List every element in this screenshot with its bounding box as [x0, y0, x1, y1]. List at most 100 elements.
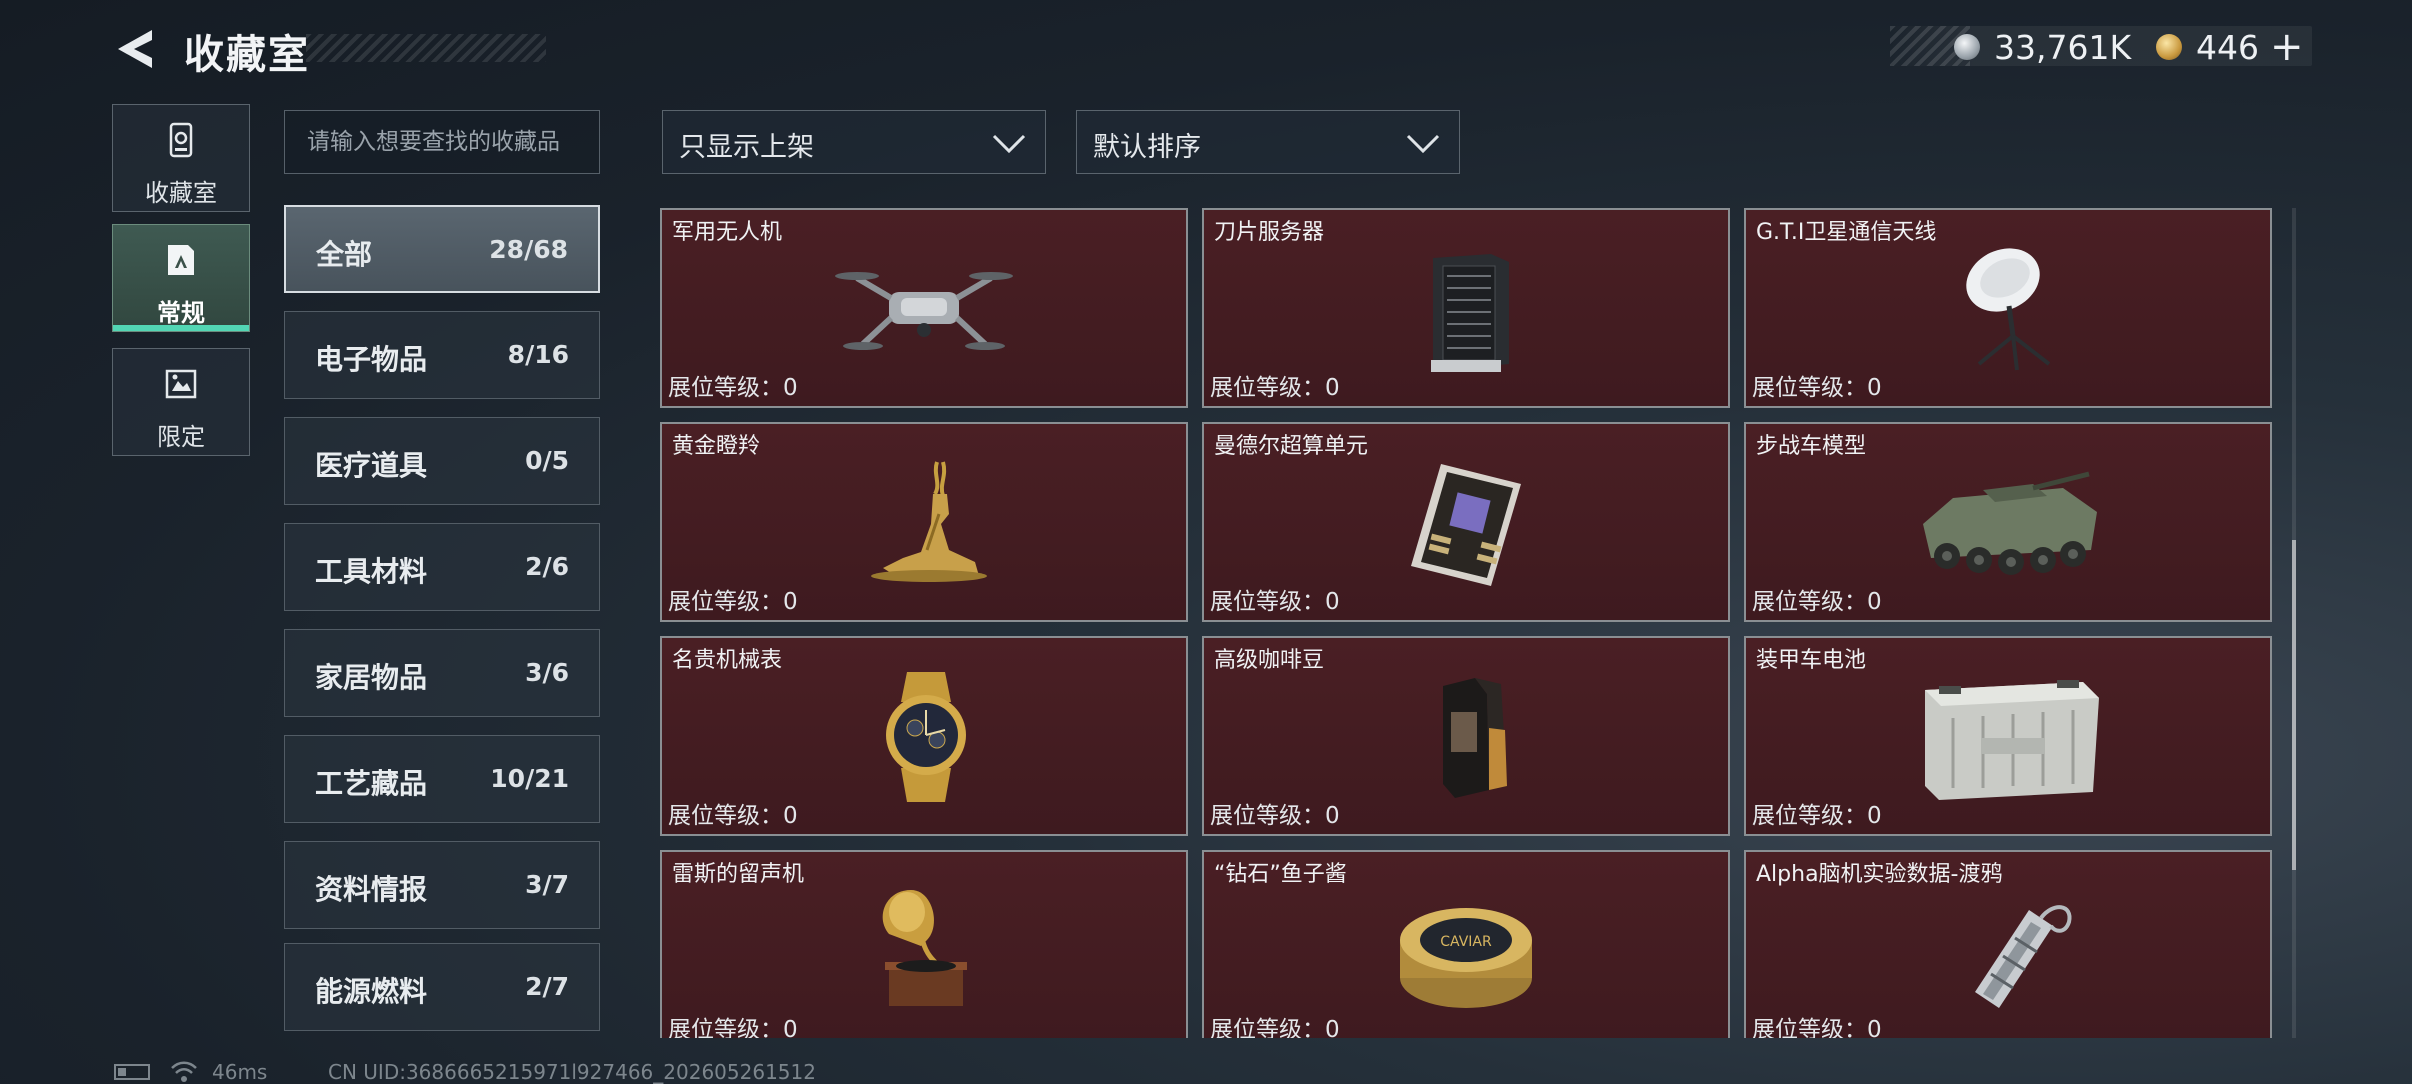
- title-decoration: [306, 34, 546, 62]
- category-name: 全部: [316, 238, 373, 271]
- item-level: 展位等级：0: [1210, 1017, 1340, 1038]
- collection-card[interactable]: 曼德尔超算单元 展位等级：0: [1202, 422, 1730, 622]
- nav-vault-label: 收藏室: [145, 179, 217, 207]
- category-energy[interactable]: 能源燃料 2/7: [284, 943, 600, 1031]
- collection-card[interactable]: 装甲车电池 展位等级：0: [1744, 636, 2272, 836]
- battery-icon: [1925, 680, 2099, 800]
- item-name: 军用无人机: [672, 220, 783, 245]
- category-name: 医疗道具: [315, 449, 428, 482]
- item-name: 雷斯的留声机: [672, 862, 805, 887]
- item-name: G.T.I卫星通信天线: [1756, 220, 1937, 245]
- silver-coin-icon: [1954, 34, 1980, 60]
- category-count: 10/21: [490, 764, 569, 793]
- satellite-dish-icon: [1966, 248, 2051, 371]
- page-title: 收藏室: [184, 32, 310, 78]
- server-icon: [1431, 254, 1509, 372]
- category-tools[interactable]: 工具材料 2/6: [284, 523, 600, 611]
- category-name: 电子物品: [315, 343, 428, 376]
- ping-text: 46ms: [212, 1060, 268, 1084]
- golden-gazelle-icon: [871, 461, 987, 582]
- silver-balance: 33,761K: [1994, 28, 2132, 67]
- collection-card[interactable]: 军用无人机 展位等级：0: [660, 208, 1188, 408]
- collection-grid: 军用无人机 展位等级：0 刀片服务器 展位等级：0 G.T.I卫星通信天线 展位…: [660, 208, 2272, 1038]
- item-level: 展位等级：0: [668, 1017, 798, 1038]
- item-level: 展位等级：0: [1752, 375, 1882, 401]
- drone-icon: [835, 272, 1013, 350]
- sort-dropdown[interactable]: 默认排序: [1076, 110, 1460, 174]
- item-name: 曼德尔超算单元: [1214, 434, 1369, 459]
- supercomputer-board-icon: [1411, 464, 1521, 586]
- category-intel[interactable]: 资料情报 3/7: [284, 841, 600, 929]
- category-all[interactable]: 全部 28/68: [284, 205, 600, 293]
- category-crafts[interactable]: 工艺藏品 10/21: [284, 735, 600, 823]
- gold-balance: 446: [2196, 28, 2259, 67]
- item-level: 展位等级：0: [1752, 1017, 1882, 1038]
- category-count: 2/6: [525, 552, 569, 581]
- nav-limited[interactable]: 限定: [112, 348, 250, 456]
- category-count: 28/68: [489, 235, 568, 264]
- wifi-icon: [171, 1061, 197, 1082]
- category-count: 3/6: [525, 658, 569, 687]
- gramophone-icon: [882, 890, 967, 1006]
- item-name: 刀片服务器: [1214, 220, 1325, 245]
- category-name: 能源燃料: [315, 975, 428, 1008]
- coffee-bag-icon: [1443, 678, 1507, 798]
- vault-icon: [169, 122, 193, 158]
- data-canister-icon: [1975, 905, 2072, 1008]
- display-filter-value: 只显示上架: [679, 132, 814, 163]
- category-count: 8/16: [507, 340, 569, 369]
- chevron-down-icon: [1406, 134, 1440, 154]
- nav-regular-label: 常规: [157, 299, 205, 327]
- collection-card[interactable]: “钻石”鱼子酱 CAVIAR 展位等级：0: [1202, 850, 1730, 1038]
- item-level: 展位等级：0: [1210, 803, 1340, 829]
- item-name: 高级咖啡豆: [1214, 648, 1325, 673]
- category-count: 3/7: [525, 870, 569, 899]
- collection-card[interactable]: G.T.I卫星通信天线 展位等级：0: [1744, 208, 2272, 408]
- item-level: 展位等级：0: [668, 803, 798, 829]
- nav-vault[interactable]: 收藏室: [112, 104, 250, 212]
- collection-card[interactable]: Alpha脑机实验数据-渡鸦 展位等级：0: [1744, 850, 2272, 1038]
- display-filter-dropdown[interactable]: 只显示上架: [662, 110, 1046, 174]
- back-arrow-icon[interactable]: [112, 26, 156, 72]
- collection-card[interactable]: 高级咖啡豆 展位等级：0: [1202, 636, 1730, 836]
- category-home[interactable]: 家居物品 3/6: [284, 629, 600, 717]
- chevron-down-icon: [992, 134, 1026, 154]
- item-name: 步战车模型: [1756, 434, 1867, 459]
- regular-card-icon: [168, 245, 194, 275]
- item-name: 黄金瞪羚: [672, 434, 761, 459]
- category-electronics[interactable]: 电子物品 8/16: [284, 311, 600, 399]
- item-level: 展位等级：0: [668, 375, 798, 401]
- item-level: 展位等级：0: [1210, 375, 1340, 401]
- uid-text: CN UID:3686665215971l927466_202605261512: [328, 1060, 816, 1084]
- currency-bar: 33,761K 446 +: [1890, 24, 2312, 70]
- collection-card[interactable]: 雷斯的留声机 展位等级：0: [660, 850, 1188, 1038]
- category-count: 2/7: [525, 972, 569, 1001]
- battery-icon: [114, 1064, 150, 1080]
- category-name: 工艺藏品: [315, 767, 428, 800]
- item-name: 名贵机械表: [672, 648, 783, 673]
- grid-scrollbar-thumb[interactable]: [2292, 540, 2296, 870]
- caviar-label: CAVIAR: [1440, 934, 1492, 950]
- gold-coin-icon: [2156, 34, 2182, 60]
- collection-card[interactable]: 步战车模型 展位等级：0: [1744, 422, 2272, 622]
- collection-card[interactable]: 刀片服务器 展位等级：0: [1202, 208, 1730, 408]
- item-name: “钻石”鱼子酱: [1214, 862, 1347, 887]
- add-currency-button[interactable]: +: [2270, 24, 2304, 70]
- item-level: 展位等级：0: [1752, 803, 1882, 829]
- category-name: 工具材料: [315, 555, 428, 588]
- nav-regular[interactable]: 常规: [112, 224, 250, 332]
- category-medical[interactable]: 医疗道具 0/5: [284, 417, 600, 505]
- item-level: 展位等级：0: [1752, 589, 1882, 615]
- collection-card[interactable]: 黄金瞪羚 展位等级：0: [660, 422, 1188, 622]
- wristwatch-icon: [886, 672, 966, 802]
- search-input[interactable]: [284, 110, 600, 174]
- collection-card[interactable]: 名贵机械表 展位等级：0: [660, 636, 1188, 836]
- armored-vehicle-icon: [1923, 471, 2097, 575]
- item-name: 装甲车电池: [1756, 648, 1867, 673]
- category-name: 家居物品: [315, 661, 428, 694]
- item-level: 展位等级：0: [668, 589, 798, 615]
- limited-card-icon: [165, 369, 197, 399]
- caviar-tin-icon: CAVIAR: [1400, 908, 1532, 1008]
- item-level: 展位等级：0: [1210, 589, 1340, 615]
- nav-limited-label: 限定: [157, 423, 205, 451]
